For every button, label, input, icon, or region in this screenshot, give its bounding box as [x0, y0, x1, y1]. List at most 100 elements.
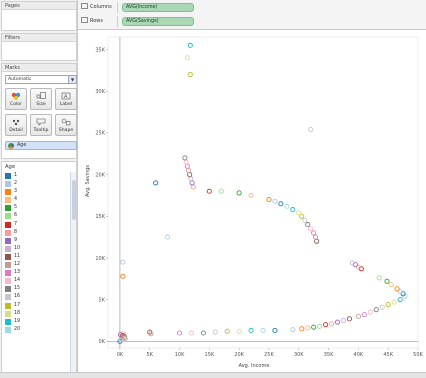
rows-shelf[interactable]: Rows AVG(Savings)	[79, 15, 425, 28]
legend-item[interactable]: 13	[2, 269, 76, 277]
size-button-label: Size	[36, 102, 46, 107]
legend-item[interactable]: 14	[2, 277, 76, 285]
legend-item[interactable]: 17	[2, 302, 76, 310]
tooltip-button[interactable]: Tooltip	[30, 114, 52, 136]
legend-swatch	[5, 326, 11, 333]
scatter-plot[interactable]: 0K 5K 10K 15K 20K 25K 30K 35K 0K 5K 10K 15K 20K 25K 3…	[80, 31, 424, 369]
legend-item[interactable]: 15	[2, 285, 76, 293]
legend-item[interactable]: 12	[2, 261, 76, 269]
pages-card[interactable]: Pages	[1, 1, 77, 31]
legend-item[interactable]: 18	[2, 310, 76, 318]
y-tick-label: 20K	[95, 172, 105, 178]
legend-swatch	[5, 189, 11, 196]
legend-item-label: 3	[14, 189, 18, 195]
legend-item[interactable]: 20	[2, 326, 76, 334]
legend-item[interactable]: 3	[2, 188, 76, 196]
x-tick-label: 0K	[117, 352, 124, 358]
marks-card: Marks Automatic ▼ Color Size A Label Det…	[1, 63, 77, 159]
y-tick-label: 0K	[99, 339, 106, 345]
filters-card[interactable]: Filters	[1, 33, 77, 61]
mark-type-select[interactable]: Automatic ▼	[5, 75, 77, 84]
columns-pill[interactable]: AVG(Income)	[122, 3, 194, 12]
svg-text:A: A	[64, 94, 68, 100]
legend-item-label: 9	[14, 237, 18, 243]
y-tick-label: 35K	[95, 47, 105, 53]
legend-scrollbar[interactable]	[70, 172, 76, 377]
legend-item-label: 4	[14, 197, 18, 203]
label-button[interactable]: A Label	[55, 88, 77, 110]
legend-swatch	[5, 278, 11, 285]
legend-swatch	[5, 286, 11, 293]
columns-icon	[81, 3, 88, 9]
legend-item[interactable]: 2	[2, 180, 76, 188]
shape-button[interactable]: Shape	[55, 114, 77, 136]
filters-title: Filters	[2, 34, 76, 42]
legend-item[interactable]: 7	[2, 221, 76, 229]
legend-item-label: 16	[14, 294, 21, 300]
y-tick-label: 5K	[99, 297, 106, 303]
x-tick-label: 5K	[146, 352, 153, 358]
legend-item[interactable]: 8	[2, 229, 76, 237]
legend-item[interactable]: 11	[2, 253, 76, 261]
legend-item-label: 1	[14, 173, 18, 178]
legend-swatch	[5, 294, 11, 301]
y-axis-title: Avg. Savings	[85, 165, 91, 197]
legend-item[interactable]: 9	[2, 237, 76, 245]
marks-title: Marks	[2, 64, 76, 72]
legend-item[interactable]: 5	[2, 204, 76, 212]
plot-area	[107, 36, 419, 349]
legend-swatch	[5, 318, 11, 325]
legend-swatch	[5, 205, 11, 212]
legend-item[interactable]: 4	[2, 196, 76, 204]
legend-swatch	[5, 173, 11, 179]
legend-item[interactable]: 1	[2, 172, 76, 180]
y-axis: 0K 5K 10K 15K 20K 25K 30K 35K	[95, 36, 419, 349]
x-tick-label: 50K	[413, 352, 423, 358]
rows-icon	[81, 17, 88, 23]
text-label-icon: A	[61, 92, 71, 100]
x-axis-title: Avg. Income	[239, 363, 270, 369]
shape-icon	[61, 118, 71, 126]
legend-swatch	[5, 270, 11, 277]
legend-item-label: 8	[14, 229, 18, 235]
legend-item-label: 19	[14, 318, 21, 324]
legend-swatch	[5, 310, 11, 317]
columns-shelf[interactable]: Columns AVG(Income)	[79, 1, 425, 14]
legend-item[interactable]: 6	[2, 212, 76, 220]
x-tick-label: 30K	[294, 352, 304, 358]
legend-item[interactable]: 10	[2, 245, 76, 253]
y-tick-label: 25K	[95, 131, 105, 137]
legend-item-label: 11	[14, 253, 21, 259]
color-button[interactable]: Color	[5, 88, 27, 110]
legend-swatch	[5, 229, 11, 236]
legend-item-label: 13	[14, 270, 21, 276]
pages-title: Pages	[2, 2, 76, 10]
legend-item-label: 17	[14, 302, 21, 308]
chevron-down-icon: ▼	[68, 76, 76, 83]
detail-button[interactable]: Detail	[5, 114, 27, 136]
legend-swatch	[5, 221, 11, 228]
size-button[interactable]: Size	[30, 88, 52, 110]
legend-title: Age	[5, 164, 16, 170]
legend-item[interactable]: 19	[2, 318, 76, 326]
x-tick-label: 45K	[383, 352, 393, 358]
color-button-label: Color	[10, 102, 22, 107]
x-tick-label: 25K	[264, 352, 274, 358]
x-tick-label: 15K	[205, 352, 215, 358]
columns-shelf-label: Columns	[81, 3, 112, 12]
y-tick-label: 15K	[95, 214, 105, 220]
legend-swatch	[5, 262, 11, 269]
rows-pill[interactable]: AVG(Savings)	[122, 17, 194, 26]
shelf-divider	[117, 16, 118, 27]
shelf-divider	[117, 2, 118, 13]
y-tick-label: 10K	[95, 256, 105, 262]
tooltip-icon	[36, 118, 46, 126]
x-tick-label: 40K	[354, 352, 364, 358]
color-palette-icon	[11, 92, 21, 100]
age-field-pill[interactable]: Age	[5, 141, 77, 150]
columns-label-text: Columns	[90, 4, 112, 10]
legend-item[interactable]: 16	[2, 293, 76, 301]
legend-scroll-thumb[interactable]	[72, 180, 76, 220]
legend-swatch	[5, 197, 11, 204]
legend-swatch	[5, 302, 11, 309]
